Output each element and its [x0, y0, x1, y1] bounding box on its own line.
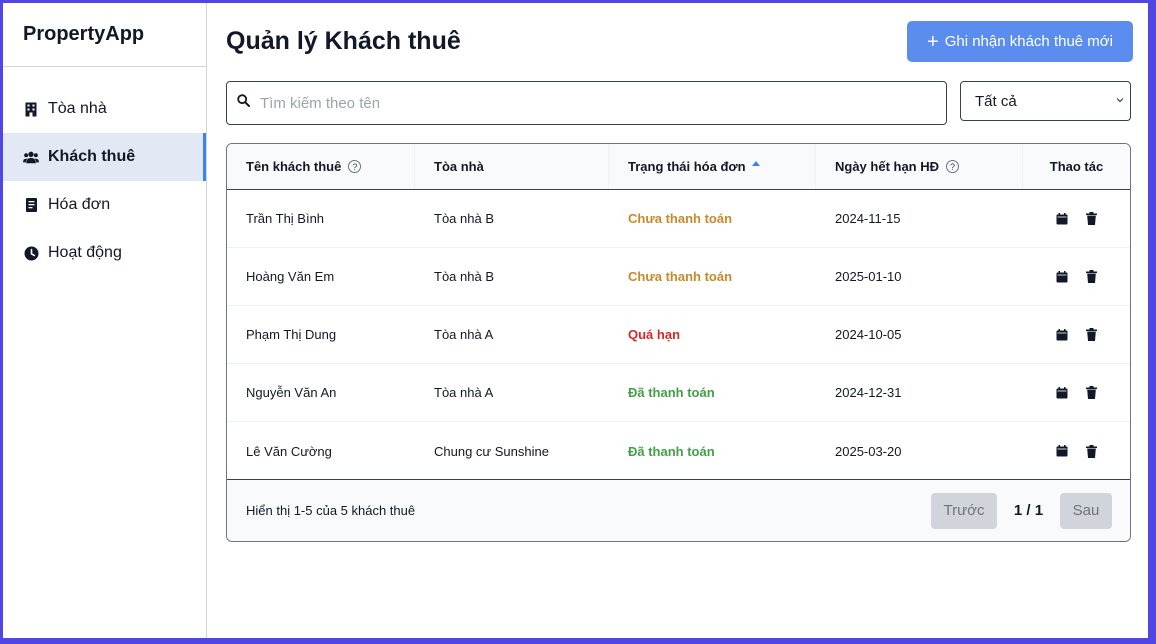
tenant-name[interactable]: Trần Thị Bình [227, 211, 415, 226]
tenant-name[interactable]: Nguyễn Văn An [227, 385, 415, 400]
calendar-icon[interactable] [1054, 269, 1070, 285]
tenant-building: Tòa nhà B [434, 269, 494, 284]
sidebar-item-buildings[interactable]: Tòa nhà [3, 85, 206, 133]
page-title: Quản lý Khách thuê [226, 27, 461, 55]
trash-icon[interactable] [1084, 211, 1100, 227]
column-header-building[interactable]: Tòa nhà [415, 144, 609, 189]
sort-ascending-icon [751, 161, 760, 166]
sidebar: PropertyApp Tòa nhà Khách thuê Hóa đơn H… [3, 3, 207, 638]
contract-expiry: 2024-11-15 [835, 211, 901, 226]
table-row: Phạm Thị Dung Tòa nhà A Quá hạn 2024-10-05 [227, 306, 1130, 364]
users-icon [23, 149, 39, 165]
row-actions [1023, 269, 1130, 285]
status-badge: Đã thanh toán [628, 443, 715, 459]
table-row: Trần Thị Bình Tòa nhà B Chưa thanh toán 202… [227, 190, 1130, 248]
prev-page-button[interactable]: Trước [931, 492, 997, 529]
calendar-icon[interactable] [1054, 385, 1070, 401]
tenant-building: Tòa nhà A [434, 327, 494, 342]
sidebar-item-label: Hoạt động [48, 244, 122, 261]
row-actions [1023, 211, 1130, 227]
brand-logo[interactable]: PropertyApp [3, 3, 206, 67]
contract-expiry: 2025-01-10 [835, 269, 902, 284]
table-row: Lê Văn Cường Chung cư Sunshine Đã thanh to… [227, 422, 1130, 480]
main-content: Quản lý Khách thuê + Ghi nhận khách thuê… [208, 3, 1148, 638]
sidebar-item-label: Khách thuê [48, 148, 136, 165]
building-icon [23, 101, 39, 117]
column-header-label: Tên khách thuê [246, 159, 342, 174]
plus-icon: + [927, 30, 939, 53]
sidebar-item-label: Tòa nhà [48, 100, 107, 117]
column-header-label: Ngày hết hạn HĐ [835, 159, 940, 174]
tenant-name[interactable]: Hoàng Văn Em [227, 269, 415, 284]
sidebar-item-activity[interactable]: Hoạt động [3, 229, 206, 277]
status-badge: Chưa thanh toán [628, 211, 733, 226]
calendar-icon[interactable] [1054, 327, 1070, 343]
receipt-icon [23, 197, 39, 213]
table-body: Trần Thị Bình Tòa nhà B Chưa thanh toán 202… [227, 190, 1130, 480]
tenant-building: Tòa nhà B [434, 211, 494, 226]
status-filter-select[interactable]: Tất cả [960, 81, 1131, 121]
column-header-status[interactable]: Trạng thái hóa đơn [609, 144, 816, 189]
add-tenant-button[interactable]: + Ghi nhận khách thuê mới [907, 21, 1133, 62]
table-header: Tên khách thuê ? Tòa nhà Trạng thái hóa … [227, 144, 1130, 190]
next-page-button[interactable]: Sau [1060, 492, 1112, 529]
row-actions [1023, 327, 1130, 343]
search-icon [237, 94, 250, 112]
row-actions [1023, 443, 1130, 459]
tenant-building: Chung cư Sunshine [434, 443, 549, 459]
search-input[interactable] [260, 94, 920, 112]
help-icon[interactable]: ? [348, 160, 362, 173]
sidebar-item-label: Hóa đơn [48, 196, 111, 213]
clock-icon [23, 245, 39, 261]
status-badge: Chưa thanh toán [628, 269, 733, 284]
contract-expiry: 2024-12-31 [835, 385, 902, 400]
table-row: Hoàng Văn Em Tòa nhà B Chưa thanh toán 2025… [227, 248, 1130, 306]
trash-icon[interactable] [1084, 327, 1100, 343]
column-header-label: Tòa nhà [434, 159, 484, 174]
trash-icon[interactable] [1084, 443, 1100, 459]
tenant-name[interactable]: Phạm Thị Dung [227, 327, 415, 342]
table-footer: Hiển thị 1-5 của 5 khách thuê Trước 1 / … [227, 479, 1130, 541]
page-indicator: 1 / 1 [1013, 502, 1044, 519]
trash-icon[interactable] [1084, 385, 1100, 401]
search-box [226, 81, 947, 125]
app-frame: PropertyApp Tòa nhà Khách thuê Hóa đơn H… [0, 0, 1156, 644]
sidebar-item-invoices[interactable]: Hóa đơn [3, 181, 206, 229]
calendar-icon[interactable] [1054, 443, 1070, 459]
column-header-label: Thao tác [1049, 159, 1104, 174]
contract-expiry: 2025-03-20 [835, 443, 902, 459]
calendar-icon[interactable] [1054, 211, 1070, 227]
add-tenant-label: Ghi nhận khách thuê mới [944, 33, 1113, 50]
help-icon[interactable]: ? [946, 160, 960, 173]
status-badge: Đã thanh toán [628, 385, 715, 400]
row-actions [1023, 385, 1130, 401]
tenants-table: Tên khách thuê ? Tòa nhà Trạng thái hóa … [226, 143, 1131, 542]
column-header-label: Trạng thái hóa đơn [628, 159, 746, 174]
column-header-expiry[interactable]: Ngày hết hạn HĐ ? [816, 144, 1023, 189]
status-badge: Quá hạn [628, 327, 681, 342]
sidebar-nav: Tòa nhà Khách thuê Hóa đơn Hoạt động [3, 67, 206, 277]
pagination-info: Hiển thị 1-5 của 5 khách thuê [246, 503, 416, 518]
column-header-actions: Thao tác [1023, 144, 1130, 189]
trash-icon[interactable] [1084, 269, 1100, 285]
chevron-down-icon [1116, 95, 1124, 106]
column-header-name[interactable]: Tên khách thuê ? [227, 144, 415, 189]
sidebar-item-tenants[interactable]: Khách thuê [3, 133, 206, 181]
filter-selected-value: Tất cả [975, 92, 1017, 110]
contract-expiry: 2024-10-05 [835, 327, 902, 342]
tenant-name[interactable]: Lê Văn Cường [227, 444, 415, 459]
table-row: Nguyễn Văn An Tòa nhà A Đã thanh toán 2024-… [227, 364, 1130, 422]
tenant-building: Tòa nhà A [434, 385, 494, 400]
